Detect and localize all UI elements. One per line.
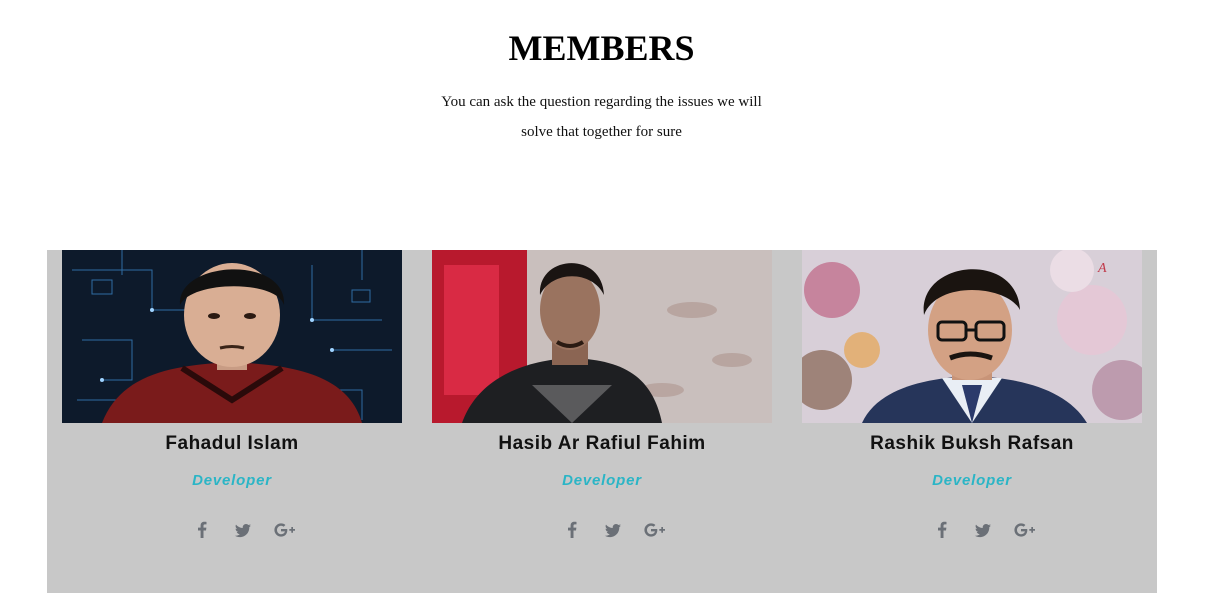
subtitle-line-2: solve that together for sure [521, 124, 682, 140]
subtitle-line-1: You can ask the question regarding the i… [441, 94, 762, 110]
social-links [802, 518, 1142, 542]
member-role: Developer [562, 472, 642, 489]
member-name: Rashik Buksh Rafsan [870, 433, 1074, 454]
svg-text:A: A [1097, 261, 1107, 276]
social-links [62, 518, 402, 542]
google-plus-icon[interactable] [643, 518, 667, 542]
member-role: Developer [192, 472, 272, 489]
facebook-icon[interactable] [936, 518, 948, 542]
facebook-icon[interactable] [196, 518, 208, 542]
twitter-icon[interactable] [974, 518, 992, 542]
member-photo [62, 250, 402, 423]
member-photo [432, 250, 772, 423]
social-links [432, 518, 772, 542]
google-plus-icon[interactable] [273, 518, 297, 542]
facebook-icon[interactable] [566, 518, 578, 542]
member-name: Hasib Ar Rafiul Fahim [498, 433, 706, 454]
section-subtitle: You can ask the question regarding the i… [0, 87, 1203, 147]
section-title: MEMBERS [508, 28, 695, 68]
member-role: Developer [932, 472, 1012, 489]
members-panel: Fahadul Islam Developer Hasib Ar Rafiul … [47, 250, 1157, 593]
google-plus-icon[interactable] [1013, 518, 1037, 542]
member-photo: A [802, 250, 1142, 423]
twitter-icon[interactable] [234, 518, 252, 542]
twitter-icon[interactable] [604, 518, 622, 542]
member-name: Fahadul Islam [165, 433, 299, 454]
